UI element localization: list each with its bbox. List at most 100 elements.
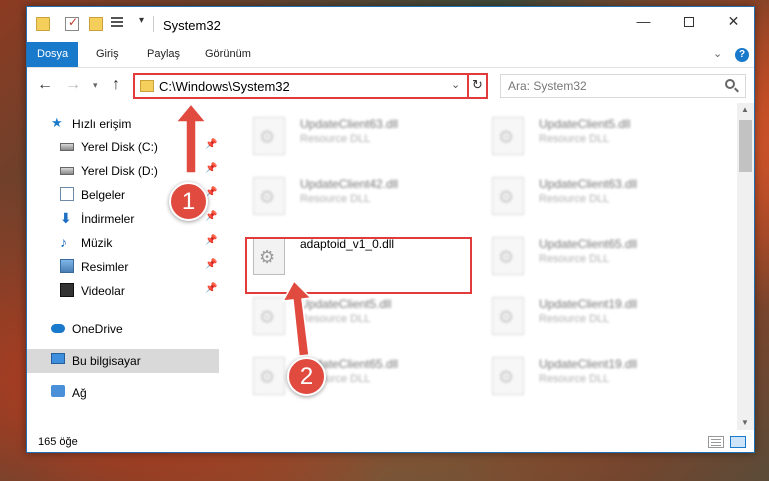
pin-icon[interactable]: 📌 (205, 139, 217, 150)
vertical-scrollbar[interactable]: ▲ ▼ (737, 103, 754, 430)
sidebar-item-onedrive[interactable]: OneDrive (27, 317, 219, 341)
sidebar-item-quick-access[interactable]: ★ Hızlı erişim (27, 112, 219, 136)
status-bar: 165 öğe (27, 430, 754, 452)
sidebar-item-pictures[interactable]: Resimler 📌 (27, 255, 219, 279)
address-dropdown-chevron-icon[interactable]: ⌄ (451, 78, 460, 91)
disk-icon (60, 167, 74, 175)
customize-toolbar-chevron-icon[interactable]: ▾ (139, 15, 144, 26)
tab-paylas[interactable]: Paylaş (137, 42, 190, 67)
tab-gorunum[interactable]: Görünüm (195, 42, 261, 67)
up-arrow-icon[interactable]: ↑ (112, 76, 120, 94)
maximize-icon (683, 17, 694, 28)
file-type: Resource DLL (300, 133, 371, 145)
file-explorer-window: ▾ System32 — ✕ Dosya Giriş Paylaş Görünü… (26, 6, 755, 453)
title-bar: ▾ System32 — ✕ (27, 7, 754, 42)
file-name: UpdateClient19.dll (539, 357, 638, 371)
folder-icon (36, 17, 50, 31)
recent-locations-chevron-icon[interactable]: ▾ (93, 80, 98, 91)
sidebar-item-label: Bu bilgisayar (72, 354, 141, 368)
search-icon (725, 79, 735, 89)
new-folder-icon[interactable] (89, 17, 103, 31)
file-item[interactable]: UpdateClient5.dll Resource DLL (248, 291, 478, 341)
sidebar-item-label: Videolar (81, 284, 125, 298)
file-item[interactable]: UpdateClient65.dll Resource DLL (248, 351, 478, 401)
step-2-badge: 2 (287, 357, 326, 396)
file-item[interactable]: UpdateClient19.dll Resource DLL (487, 291, 717, 341)
dll-file-icon (492, 297, 524, 335)
dll-file-icon (492, 357, 524, 395)
file-item[interactable]: UpdateClient63.dll Resource DLL (248, 111, 478, 161)
expand-ribbon-chevron-icon[interactable]: ⌄ (713, 47, 722, 60)
file-item[interactable]: UpdateClient42.dll Resource DLL (248, 171, 478, 221)
computer-icon (51, 353, 65, 364)
sidebar-item-network[interactable]: Ağ (27, 381, 219, 405)
videos-icon (60, 283, 74, 297)
address-bar[interactable]: C:\Windows\System32 ⌄ ↻ (133, 73, 488, 99)
file-type: Resource DLL (539, 373, 610, 385)
tab-dosya[interactable]: Dosya (27, 42, 79, 67)
network-icon (51, 385, 65, 397)
details-view-icon[interactable] (708, 436, 724, 448)
close-button[interactable]: ✕ (711, 7, 754, 37)
properties-icon[interactable] (65, 15, 79, 31)
file-type: Resource DLL (539, 253, 610, 265)
file-name: UpdateClient42.dll (300, 177, 399, 191)
file-item[interactable]: UpdateClient19.dll Resource DLL (487, 351, 717, 401)
file-type: Resource DLL (539, 313, 610, 325)
file-name: UpdateClient65.dll (539, 237, 638, 251)
file-highlight-box (245, 237, 472, 294)
address-folder-icon (140, 80, 154, 92)
tab-giris[interactable]: Giriş (86, 42, 129, 67)
dll-file-icon (492, 237, 524, 275)
step-1-badge: 1 (169, 182, 208, 221)
sidebar-item-local-disk-d[interactable]: Yerel Disk (D:) 📌 (27, 159, 219, 183)
dll-file-icon (253, 177, 285, 215)
dll-file-icon (253, 357, 285, 395)
ribbon-tabs: Dosya Giriş Paylaş Görünüm ⌄ ? (27, 42, 754, 68)
sidebar-item-music[interactable]: ♪ Müzik 📌 (27, 231, 219, 255)
file-name: UpdateClient63.dll (539, 177, 638, 191)
file-item[interactable]: UpdateClient65.dll Resource DLL (487, 231, 717, 281)
pin-icon[interactable]: 📌 (205, 235, 217, 246)
sidebar-item-label: Hızlı erişim (72, 117, 132, 131)
search-input[interactable]: Ara: System32 (500, 74, 746, 98)
file-type: Resource DLL (539, 133, 610, 145)
scroll-thumb[interactable] (739, 120, 752, 172)
refresh-icon[interactable]: ↻ (467, 75, 486, 97)
pin-icon[interactable]: 📌 (205, 211, 217, 222)
disk-icon (60, 143, 74, 151)
documents-icon (60, 187, 74, 201)
scroll-down-icon[interactable]: ▼ (741, 418, 749, 427)
star-icon: ★ (51, 115, 63, 130)
help-icon[interactable]: ? (735, 48, 749, 62)
title-separator (153, 16, 154, 32)
sidebar-item-label: Ağ (72, 386, 87, 400)
pin-icon[interactable]: 📌 (205, 259, 217, 270)
file-type: Resource DLL (539, 193, 610, 205)
file-item[interactable]: UpdateClient63.dll Resource DLL (487, 171, 717, 221)
sidebar-item-videos[interactable]: Videolar 📌 (27, 279, 219, 303)
quick-access-toolbar-icon[interactable] (111, 17, 127, 31)
cloud-icon (51, 324, 65, 333)
navigation-bar: ← → ▾ ↑ C:\Windows\System32 ⌄ ↻ Ara: Sys… (27, 69, 754, 103)
sidebar-item-local-disk-c[interactable]: Yerel Disk (C:) 📌 (27, 135, 219, 159)
file-item[interactable]: UpdateClient5.dll Resource DLL (487, 111, 717, 161)
navigation-pane: ★ Hızlı erişim Yerel Disk (C:) 📌 Yerel D… (27, 103, 222, 430)
dll-file-icon (253, 117, 285, 155)
pin-icon[interactable]: 📌 (205, 283, 217, 294)
pictures-icon (60, 259, 74, 273)
back-arrow-icon[interactable]: ← (37, 76, 53, 94)
pin-icon[interactable]: 📌 (205, 163, 217, 174)
download-icon: ⬇ (60, 210, 72, 226)
file-name: UpdateClient63.dll (300, 117, 399, 131)
sidebar-item-label: OneDrive (72, 322, 123, 336)
forward-arrow-icon[interactable]: → (65, 76, 81, 94)
minimize-button[interactable]: — (621, 7, 666, 37)
dll-file-icon (492, 117, 524, 155)
item-count: 165 öğe (38, 436, 78, 448)
large-icons-view-icon[interactable] (730, 436, 746, 448)
sidebar-item-this-pc[interactable]: Bu bilgisayar (27, 349, 219, 373)
maximize-button[interactable] (666, 7, 711, 37)
address-path[interactable]: C:\Windows\System32 (159, 79, 290, 94)
scroll-up-icon[interactable]: ▲ (741, 105, 749, 114)
